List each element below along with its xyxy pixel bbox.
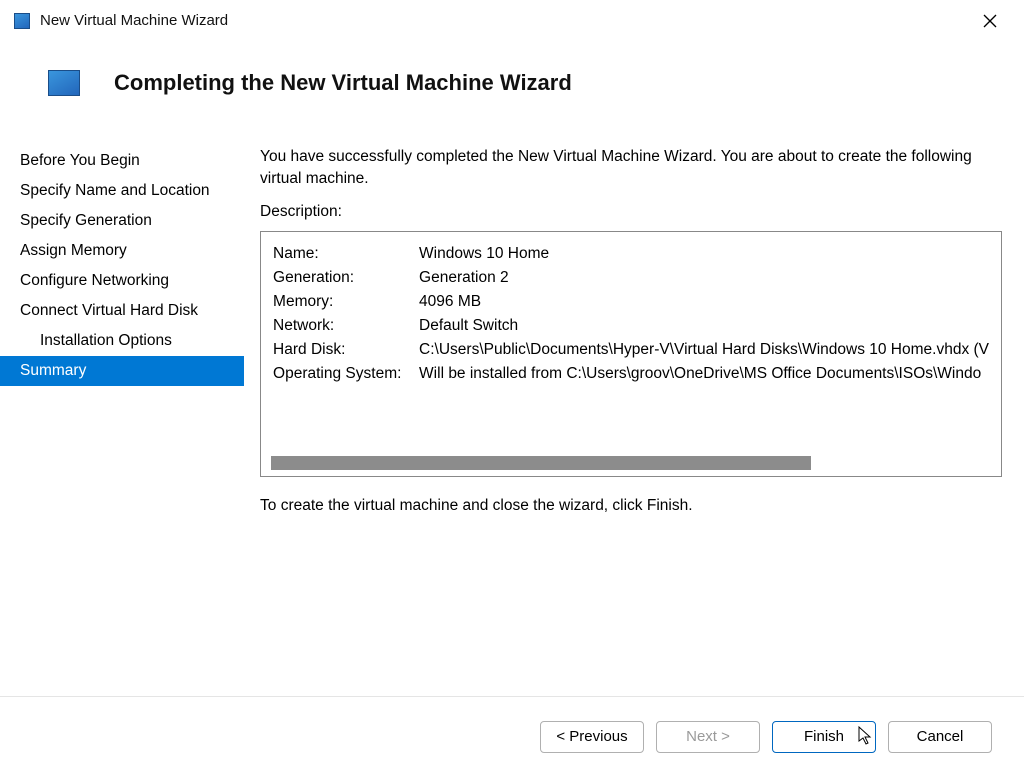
summary-key: Name: [273, 242, 419, 266]
horizontal-scrollbar[interactable] [271, 456, 991, 470]
step-summary[interactable]: Summary [0, 356, 244, 386]
summary-key: Memory: [273, 290, 419, 314]
step-specify-generation[interactable]: Specify Generation [0, 206, 244, 236]
summary-value: Default Switch [419, 314, 989, 338]
summary-value: 4096 MB [419, 290, 989, 314]
summary-table: Name: Windows 10 Home Generation: Genera… [261, 232, 1001, 392]
summary-row-harddisk: Hard Disk: C:\Users\Public\Documents\Hyp… [273, 338, 989, 362]
previous-button[interactable]: < Previous [540, 721, 644, 753]
summary-row-network: Network: Default Switch [273, 314, 989, 338]
close-icon [983, 14, 997, 28]
summary-row-memory: Memory: 4096 MB [273, 290, 989, 314]
summary-value: Generation 2 [419, 266, 989, 290]
close-button[interactable] [970, 5, 1010, 37]
summary-row-name: Name: Windows 10 Home [273, 242, 989, 266]
scrollbar-thumb[interactable] [271, 456, 811, 470]
wizard-main-panel: You have successfully completed the New … [244, 146, 1024, 690]
finish-button[interactable]: Finish [772, 721, 876, 753]
summary-key: Generation: [273, 266, 419, 290]
intro-text: You have successfully completed the New … [260, 146, 1002, 189]
description-box: Name: Windows 10 Home Generation: Genera… [260, 231, 1002, 477]
summary-value: Will be installed from C:\Users\groov\On… [419, 362, 989, 386]
wizard-header: Completing the New Virtual Machine Wizar… [0, 42, 1024, 118]
page-title: Completing the New Virtual Machine Wizar… [114, 70, 572, 96]
summary-key: Network: [273, 314, 419, 338]
step-before-you-begin[interactable]: Before You Begin [0, 146, 244, 176]
closing-text: To create the virtual machine and close … [260, 497, 1002, 515]
titlebar: New Virtual Machine Wizard [0, 0, 1024, 42]
wizard-icon [48, 70, 80, 96]
summary-key: Operating System: [273, 362, 419, 386]
summary-row-os: Operating System: Will be installed from… [273, 362, 989, 386]
step-assign-memory[interactable]: Assign Memory [0, 236, 244, 266]
summary-value: Windows 10 Home [419, 242, 989, 266]
step-configure-networking[interactable]: Configure Networking [0, 266, 244, 296]
step-connect-vhd[interactable]: Connect Virtual Hard Disk [0, 296, 244, 326]
wizard-footer: < Previous Next > Finish Cancel [0, 696, 1024, 776]
wizard-steps-sidebar: Before You Begin Specify Name and Locati… [0, 146, 244, 690]
cancel-button[interactable]: Cancel [888, 721, 992, 753]
wizard-content: Before You Begin Specify Name and Locati… [0, 146, 1024, 690]
app-icon [14, 13, 30, 29]
summary-value: C:\Users\Public\Documents\Hyper-V\Virtua… [419, 338, 989, 362]
next-button: Next > [656, 721, 760, 753]
summary-key: Hard Disk: [273, 338, 419, 362]
description-label: Description: [260, 203, 1002, 221]
step-specify-name-location[interactable]: Specify Name and Location [0, 176, 244, 206]
step-installation-options[interactable]: Installation Options [0, 326, 244, 356]
summary-row-generation: Generation: Generation 2 [273, 266, 989, 290]
window-title: New Virtual Machine Wizard [40, 12, 970, 29]
